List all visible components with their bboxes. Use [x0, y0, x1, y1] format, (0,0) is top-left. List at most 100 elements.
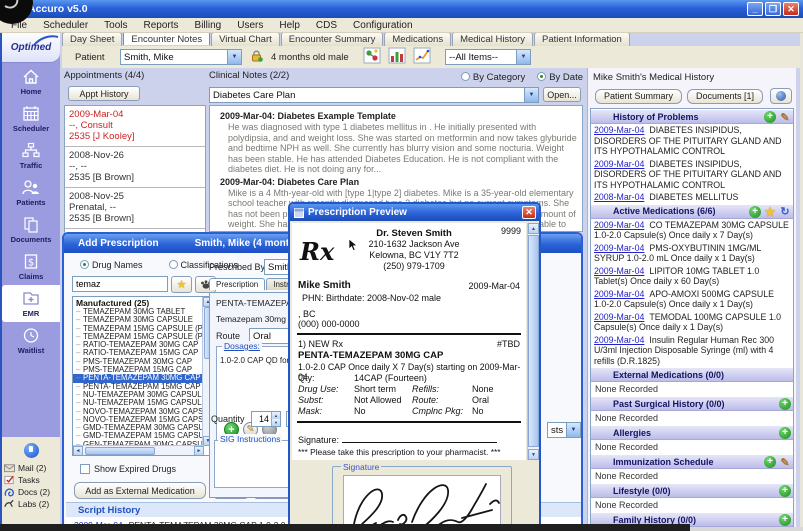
show-expired-checkbox[interactable]: Show Expired Drugs — [80, 464, 176, 474]
problem-date-link[interactable]: 2009-Mar-04 — [594, 159, 644, 169]
sidebar-item-claims[interactable]: $ Claims — [2, 248, 60, 285]
tab[interactable]: Day Sheet — [62, 32, 123, 46]
refresh-icon[interactable] — [779, 206, 791, 218]
medication-date-link[interactable]: 2009-Mar-04 — [594, 335, 644, 345]
tab-prescription[interactable]: Prescription — [209, 278, 266, 290]
sidebar-item-patients[interactable]: Patients — [2, 174, 60, 211]
problem-row[interactable]: 2009-Mar-04 DIABETES INSIPIDUS, DISORDERS… — [591, 158, 793, 192]
note-select[interactable]: Diabetes Care Plan — [209, 87, 539, 103]
favorites-star-button[interactable]: ★ — [171, 276, 192, 293]
appointment-row[interactable]: 2008-Nov-25 Prenatal, -- 2535 [B Brown] — [65, 188, 205, 229]
notification-orb-icon[interactable] — [23, 443, 39, 458]
sidebar-item-scheduler[interactable]: Scheduler — [2, 100, 60, 137]
medication-row[interactable]: 2009-Mar-04 CO TEMAZEPAM 30MG CAPSULE 1.0… — [591, 219, 793, 242]
problem-date-link[interactable]: 2009-Mar-04 — [594, 125, 644, 135]
quantity-stepper[interactable]: 14 ▲ ▼ — [251, 411, 281, 427]
restore-button[interactable]: ❐ — [765, 2, 781, 16]
add-icon[interactable] — [779, 485, 791, 497]
close-button[interactable]: ✕ — [783, 2, 799, 16]
checkbox-icon[interactable] — [80, 464, 90, 474]
molecule-icon[interactable] — [363, 47, 381, 67]
menu-item[interactable]: Help — [272, 19, 307, 32]
menu-item[interactable]: Scheduler — [36, 19, 95, 32]
edit-icon[interactable] — [779, 111, 791, 123]
medication-date-link[interactable]: 2009-Mar-04 — [594, 312, 644, 322]
bar-chart-icon[interactable] — [388, 47, 406, 67]
partial-dropdown[interactable]: sts — [547, 422, 581, 438]
chevron-down-icon[interactable] — [227, 50, 241, 64]
patient-select[interactable]: Smith, Mike — [120, 49, 242, 65]
tab[interactable]: Patient Information — [534, 32, 630, 46]
medication-row[interactable]: 2009-Mar-04 LIPITOR 10MG TABLET 1.0 Table… — [591, 265, 793, 288]
minimize-button[interactable]: _ — [747, 2, 763, 16]
medication-date-link[interactable]: 2009-Mar-04 — [594, 266, 644, 276]
add-icon[interactable] — [764, 111, 776, 123]
menu-item[interactable]: Users — [230, 19, 270, 32]
medication-row[interactable]: 2009-Mar-04 APO-AMOXI 500MG CAPSULE 1.0-2… — [591, 288, 793, 311]
tab[interactable]: Virtual Chart — [211, 32, 280, 46]
drug-list-horizontal-scrollbar[interactable]: ◄ ► — [73, 445, 204, 455]
lock-icon[interactable] — [250, 49, 263, 65]
add-icon[interactable] — [779, 427, 791, 439]
sidebar-item-mail[interactable]: Mail (2) — [2, 462, 60, 474]
problem-row[interactable]: 2008-Mar-04 DIABETES MELLITUS — [591, 191, 793, 204]
menu-item[interactable]: Configuration — [346, 19, 419, 32]
section-header[interactable]: Lifestyle (0/0) — [591, 483, 793, 498]
medication-date-link[interactable]: 2009-Mar-04 — [594, 220, 644, 230]
appointment-row[interactable]: 2008-Nov-26 --, -- 2535 [B Brown] — [65, 147, 205, 188]
recent-history-button[interactable] — [770, 88, 792, 104]
medication-row[interactable]: 2009-Mar-04 Insulin Regular Human Rec 300… — [591, 334, 793, 368]
problem-row[interactable]: 2009-Mar-04 DIABETES INSIPIDUS, DISORDERS… — [591, 124, 793, 158]
section-header[interactable]: Immunization Schedule — [591, 454, 793, 469]
by-date-radio[interactable]: By Date — [537, 71, 583, 83]
edit-icon[interactable] — [779, 456, 791, 468]
modal-title-bar[interactable]: Prescription Preview — [290, 204, 539, 221]
appointment-row[interactable]: 2009-Mar-04 --, Consult 2535 [J Kooley] — [65, 106, 205, 147]
problem-date-link[interactable]: 2008-Mar-04 — [594, 192, 644, 202]
growth-chart-icon[interactable] — [413, 47, 431, 67]
add-icon[interactable] — [764, 456, 776, 468]
chevron-down-icon[interactable] — [566, 423, 580, 437]
medication-date-link[interactable]: 2009-Mar-04 — [594, 289, 644, 299]
drug-search-input[interactable] — [72, 276, 168, 292]
sidebar-item-documents[interactable]: Documents — [2, 211, 60, 248]
by-category-radio[interactable]: By Category — [460, 71, 525, 83]
section-header[interactable]: External Medications (0/0) — [591, 367, 793, 382]
documents-button[interactable]: Documents [1] — [687, 88, 764, 104]
tab[interactable]: Encounter Notes — [123, 31, 211, 45]
appt-history-button[interactable]: Appt History — [68, 86, 140, 101]
sidebar-item-tasks[interactable]: Tasks — [2, 474, 60, 486]
sidebar-item-waitlist[interactable]: Waitlist — [2, 322, 60, 359]
menu-item[interactable]: Billing — [188, 19, 229, 32]
section-header[interactable]: Allergies — [591, 425, 793, 440]
tab[interactable]: Medical History — [452, 32, 534, 46]
open-note-button[interactable]: Open... — [543, 87, 581, 102]
sidebar-item-traffic[interactable]: Traffic — [2, 137, 60, 174]
medication-date-link[interactable]: 2009-Mar-04 — [594, 243, 644, 253]
medication-row[interactable]: 2009-Mar-04 PMS-OXYBUTININ 1MG/ML SYRUP 1… — [591, 242, 793, 265]
add-external-medication-button[interactable]: Add as External Medication — [74, 482, 206, 499]
menu-item[interactable]: Tools — [97, 19, 134, 32]
chevron-down-icon[interactable] — [524, 88, 538, 102]
sidebar-item-labs[interactable]: Labs (2) — [2, 498, 60, 510]
clinical-note[interactable]: 2009-Mar-04: Diabetes Example Template H… — [214, 111, 578, 175]
tab[interactable]: Medications — [384, 32, 452, 46]
modal-scrollbar[interactable]: ▲ ▼ — [527, 223, 539, 460]
drug-names-radio[interactable]: Drug Names — [80, 260, 143, 270]
medications-section-header[interactable]: Active Medications (6/6) — [591, 203, 793, 219]
problems-section-header[interactable]: History of Problems — [591, 109, 793, 124]
medication-row[interactable]: 2009-Mar-04 TEMODAL 100MG CAPSULE 1.0 Cap… — [591, 311, 793, 334]
menu-item[interactable]: Reports — [137, 19, 186, 32]
add-icon[interactable] — [749, 205, 761, 218]
close-icon[interactable] — [522, 206, 536, 219]
add-icon[interactable] — [779, 398, 791, 410]
menu-item[interactable]: CDS — [309, 19, 344, 32]
items-filter-select[interactable]: --All Items-- — [445, 49, 531, 65]
chevron-down-icon[interactable] — [516, 50, 530, 64]
section-header[interactable]: Past Surgical History (0/0) — [591, 396, 793, 411]
sidebar-item-docs[interactable]: Docs (2) — [2, 486, 60, 498]
add-icon[interactable] — [779, 514, 791, 526]
tab[interactable]: Encounter Summary — [280, 32, 384, 46]
patient-summary-button[interactable]: Patient Summary — [595, 88, 683, 104]
sidebar-item-emr[interactable]: EMR — [2, 285, 60, 322]
